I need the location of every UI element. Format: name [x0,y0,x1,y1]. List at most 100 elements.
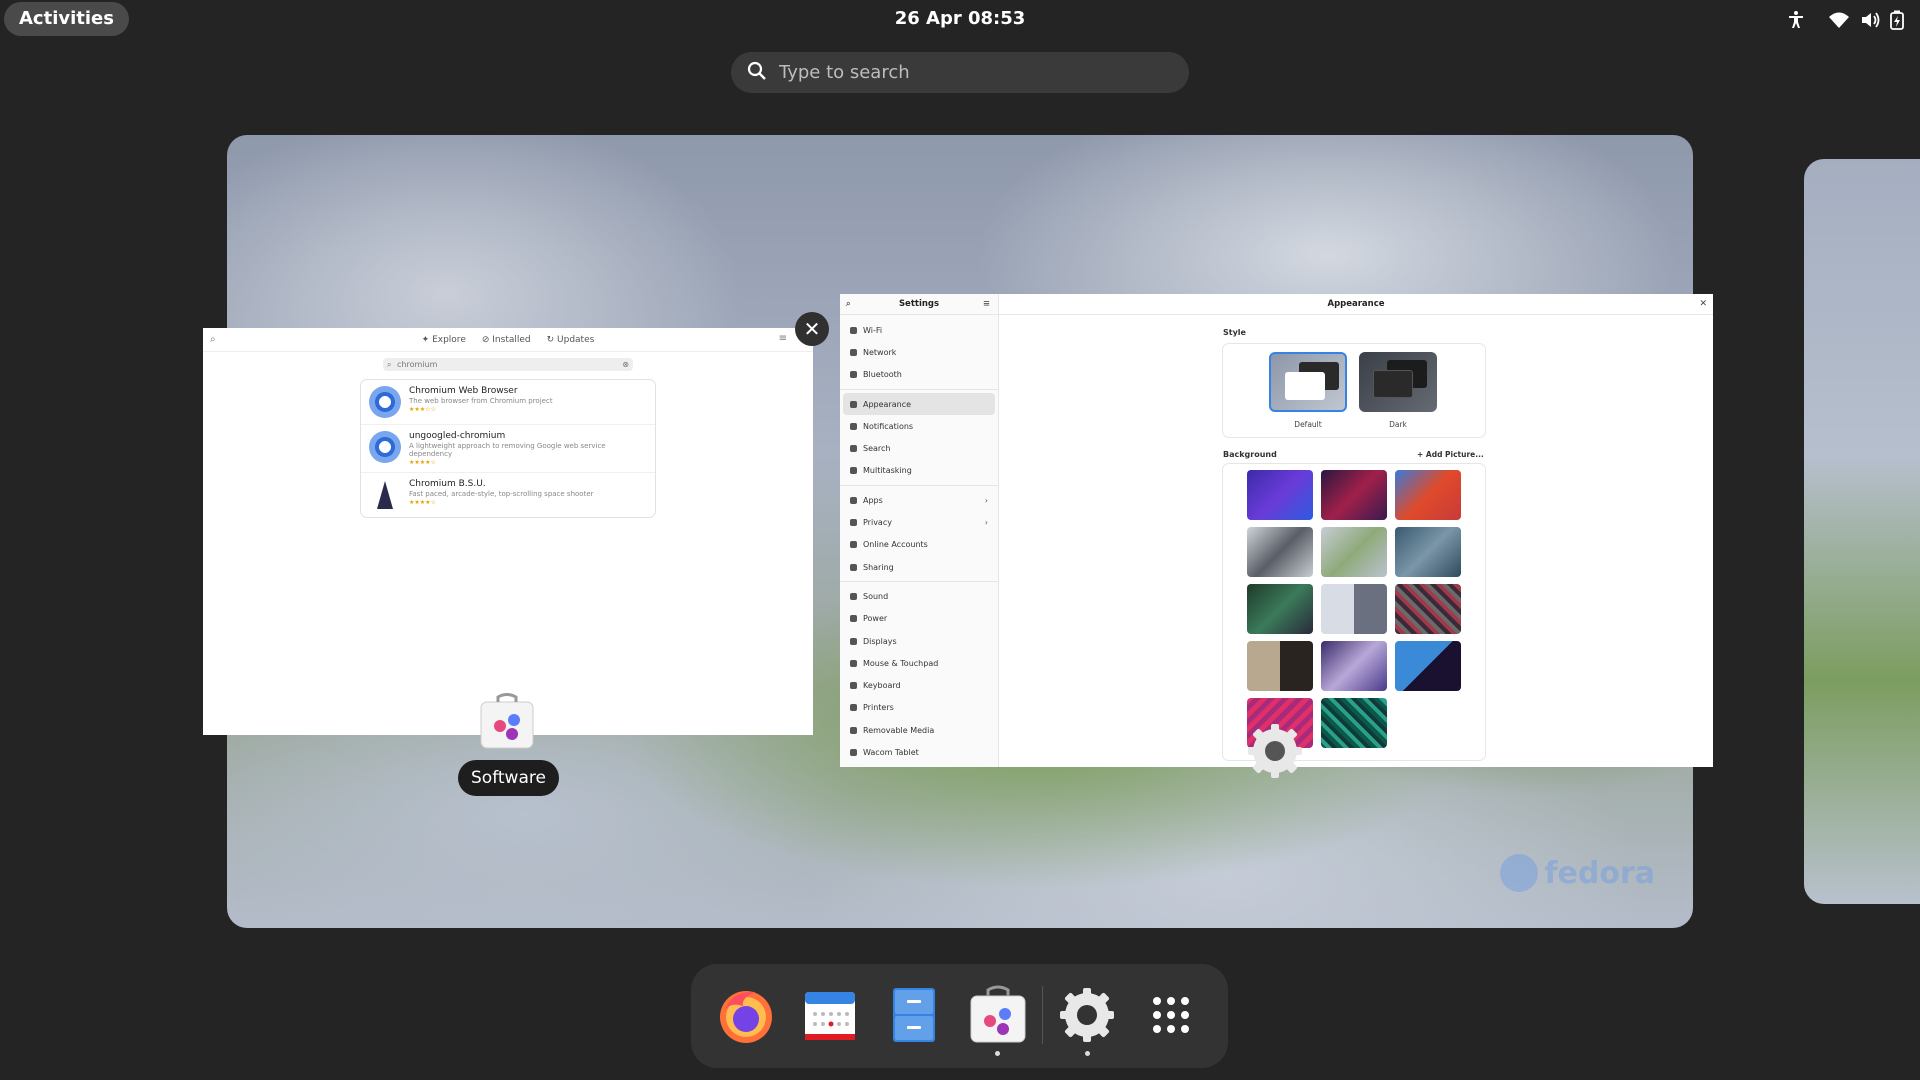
sidebar-item-label: Sharing [863,562,894,572]
software-window[interactable]: ⌕ ✦ Explore ⊘ Installed ↻ Updates ≡ ⌕ ch… [203,328,813,735]
sidebar-item-label: Apps [863,495,883,505]
sidebar-item-wifi[interactable]: Wi-Fi [840,319,998,341]
running-indicator [1085,1051,1090,1056]
style-dark-option[interactable] [1359,352,1437,412]
window-preview [1285,372,1325,400]
background-thumbnail[interactable] [1321,527,1387,577]
appearance-icon [850,400,857,408]
sidebar-item-printers[interactable]: Printers [840,697,998,719]
spaceship-icon [369,479,401,511]
multitasking-icon [850,467,857,475]
add-picture-button[interactable]: + Add Picture... [1417,450,1484,459]
list-item[interactable]: Chromium B.S.U. Fast paced, arcade-style… [361,473,655,517]
overview-search[interactable] [731,52,1189,93]
sidebar-item-label: Multitasking [863,466,912,476]
chevron-right-icon: › [984,518,988,528]
list-item[interactable]: ungoogled-chromium A lightweight approac… [361,425,655,473]
share-icon [850,563,857,571]
background-thumbnail[interactable] [1321,641,1387,691]
sidebar-item-label: Network [863,347,897,357]
sidebar-item-removable-media[interactable]: Removable Media [840,719,998,741]
background-thumbnail[interactable] [1395,527,1461,577]
chevron-right-icon: › [984,495,988,505]
list-item[interactable]: Chromium Web Browser The web browser fro… [361,380,655,425]
sidebar-item-label: Privacy [863,518,892,528]
menu-icon[interactable]: ≡ [779,333,787,344]
sidebar-item-notifications[interactable]: Notifications [840,415,998,437]
background-thumbnail[interactable] [1321,698,1387,748]
search-value: chromium [397,360,438,369]
background-thumbnail[interactable] [1247,470,1313,520]
search-input[interactable] [779,62,1159,83]
sidebar-item-sharing[interactable]: Sharing [840,556,998,578]
background-thumbnail[interactable] [1247,527,1313,577]
background-thumbnail[interactable] [1247,641,1313,691]
sidebar-item-privacy[interactable]: Privacy › [840,511,998,533]
sidebar-item-displays[interactable]: Displays [840,630,998,652]
activities-button[interactable]: Activities [4,2,129,36]
menu-icon[interactable]: ≡ [983,299,990,309]
dash-settings[interactable] [1056,984,1118,1046]
sidebar-item-bluetooth[interactable]: Bluetooth [840,364,998,386]
background-thumbnail[interactable] [1321,470,1387,520]
system-status-menu[interactable] [1820,10,1912,30]
clear-icon[interactable]: ⊗ [622,358,629,371]
sidebar-item-search[interactable]: Search [840,437,998,459]
background-grid [1223,464,1485,760]
dash-files[interactable] [883,984,945,1046]
wifi-icon [1828,11,1850,29]
window-app-label: Software [458,760,559,796]
sidebar-item-network[interactable]: Network [840,341,998,363]
search-results: Chromium Web Browser The web browser fro… [361,380,655,517]
style-options: Default Dark [1223,344,1485,437]
sidebar-item-online-accounts[interactable]: Online Accounts [840,534,998,556]
sidebar-item-mouse-touchpad[interactable]: Mouse & Touchpad [840,652,998,674]
sidebar-item-label: Bluetooth [863,370,902,380]
dash-calendar[interactable] [799,984,861,1046]
sidebar-item-appearance[interactable]: Appearance [843,392,995,416]
sidebar-item-apps[interactable]: Apps › [840,489,998,511]
next-workspace-thumbnail[interactable] [1804,159,1920,904]
search-icon[interactable]: ⌕ [846,299,851,309]
sidebar-item-sound[interactable]: Sound [840,585,998,607]
dash-firefox[interactable] [715,984,777,1046]
sidebar-item-wacom-tablet[interactable]: Wacom Tablet [840,741,998,763]
online-accounts-icon [850,541,857,549]
background-thumbnail[interactable] [1247,584,1313,634]
chromium-icon [369,431,401,463]
tab-installed[interactable]: ⊘ Installed [482,335,531,345]
settings-window[interactable]: ⌕ Settings ≡ Wi-Fi Network Bluetooth App… [840,294,1713,767]
background-thumbnail[interactable] [1395,470,1461,520]
background-thumbnail[interactable] [1321,584,1387,634]
sidebar-item-multitasking[interactable]: Multitasking [840,460,998,482]
running-indicator [995,1051,1000,1056]
fedora-logo-text: fedora [1544,855,1655,891]
speaker-icon [850,592,857,600]
power-icon [850,615,857,623]
dash-app-grid[interactable] [1140,984,1202,1046]
tab-explore[interactable]: ✦ Explore [422,335,466,345]
divider [840,581,998,583]
system-tray [1786,6,1912,34]
background-thumbnail[interactable] [1395,641,1461,691]
settings-content: Appearance ✕ Style Default Dark Backgrou… [999,294,1713,767]
background-thumbnail[interactable] [1395,584,1461,634]
sidebar-item-keyboard[interactable]: Keyboard [840,674,998,696]
search-icon[interactable]: ⌕ [210,334,216,345]
divider [840,485,998,487]
dash-software[interactable] [967,984,1029,1046]
close-icon[interactable]: ✕ [1699,299,1707,309]
app-description: A lightweight approach to removing Googl… [409,442,606,458]
fedora-logo: fedora [1500,854,1655,892]
sidebar-item-power[interactable]: Power [840,608,998,630]
app-description: Fast paced, arcade-style, top-scrolling … [409,490,594,498]
clock[interactable]: 26 Apr 08:53 [0,8,1920,29]
style-default-option[interactable] [1269,352,1347,412]
sidebar-header: ⌕ Settings ≡ [840,294,998,315]
settings-icon [1244,720,1306,782]
accessibility-icon[interactable] [1786,10,1806,30]
tab-updates[interactable]: ↻ Updates [547,335,595,345]
app-grid-icon [1153,997,1189,1033]
software-search-field[interactable]: ⌕ chromium ⊗ [383,358,633,371]
close-window-button[interactable]: ✕ [795,312,829,346]
